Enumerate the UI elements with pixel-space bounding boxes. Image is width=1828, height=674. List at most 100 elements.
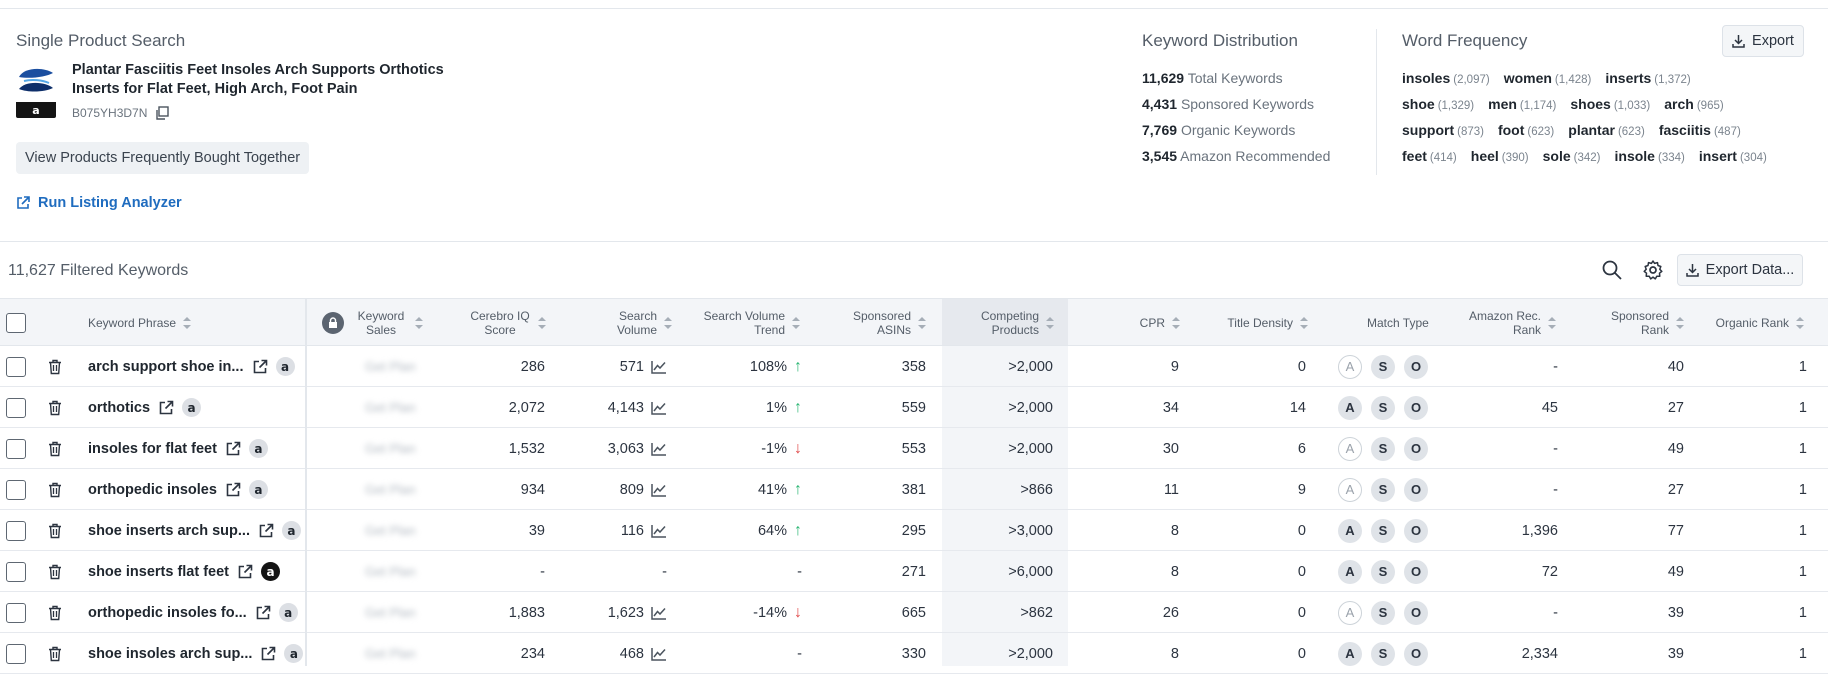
col-title-density[interactable]: Title Density	[1200, 299, 1308, 347]
keyword-sales-locked[interactable]: Get Plan	[365, 441, 416, 456]
row-checkbox[interactable]	[6, 643, 26, 664]
amazon-icon[interactable]: a	[261, 562, 281, 581]
external-link-icon[interactable]	[225, 441, 241, 457]
trash-icon[interactable]	[48, 469, 62, 510]
word-frequency-item[interactable]: inserts (1,372)	[1605, 70, 1690, 86]
word-frequency-item[interactable]: men (1,174)	[1488, 96, 1556, 112]
table-row[interactable]: insoles for flat feet a Get Plan 1,532 3…	[0, 428, 1828, 469]
trash-icon[interactable]	[48, 551, 62, 592]
match-type-a[interactable]: A	[1338, 600, 1362, 625]
run-listing-analyzer-link[interactable]: Run Listing Analyzer	[16, 195, 182, 211]
match-type-s[interactable]: S	[1371, 477, 1395, 502]
table-row[interactable]: shoe insoles arch sup... a Get Plan 234 …	[0, 633, 1828, 674]
match-type-o[interactable]: O	[1404, 641, 1428, 666]
trash-icon[interactable]	[48, 592, 62, 633]
row-checkbox[interactable]	[6, 602, 26, 623]
external-link-icon[interactable]	[258, 523, 274, 539]
word-frequency-item[interactable]: support (873)	[1402, 122, 1484, 138]
chart-icon[interactable]	[651, 401, 667, 415]
gear-icon[interactable]	[1641, 258, 1665, 282]
table-row[interactable]: arch support shoe in... a Get Plan 286 5…	[0, 346, 1828, 387]
word-frequency-item[interactable]: feet (414)	[1402, 148, 1457, 164]
word-frequency-item[interactable]: shoe (1,329)	[1402, 96, 1474, 112]
word-frequency-item[interactable]: fasciitis (487)	[1659, 122, 1741, 138]
amazon-icon[interactable]: a	[248, 439, 268, 458]
amazon-icon[interactable]: a	[248, 480, 268, 499]
col-cerebro-iq[interactable]: Cerebro IQ Score	[440, 299, 546, 347]
keyword-phrase[interactable]: orthopedic insoles fo... a	[88, 603, 298, 622]
table-row[interactable]: shoe inserts arch sup... a Get Plan 39 1…	[0, 510, 1828, 551]
match-type-o[interactable]: O	[1404, 477, 1428, 502]
keyword-phrase[interactable]: insoles for flat feet a	[88, 439, 268, 458]
col-search-volume-trend[interactable]: Search Volume Trend	[690, 299, 800, 347]
match-type-a[interactable]: A	[1338, 518, 1362, 543]
amazon-icon[interactable]: a	[182, 398, 202, 417]
word-frequency-item[interactable]: insole (334)	[1615, 148, 1685, 164]
keyword-sales-locked[interactable]: Get Plan	[365, 605, 416, 620]
word-frequency-item[interactable]: insert (304)	[1699, 148, 1767, 164]
match-type-o[interactable]: O	[1404, 395, 1428, 420]
keyword-phrase[interactable]: shoe insoles arch sup... a	[88, 644, 304, 663]
trash-icon[interactable]	[48, 510, 62, 551]
match-type-a[interactable]: A	[1338, 641, 1362, 666]
match-type-s[interactable]: S	[1371, 395, 1395, 420]
word-frequency-item[interactable]: foot (623)	[1498, 122, 1554, 138]
product-thumbnail[interactable]: a	[16, 63, 56, 118]
match-type-a[interactable]: A	[1338, 436, 1362, 461]
match-type-a[interactable]: A	[1338, 559, 1362, 584]
match-type-o[interactable]: O	[1404, 559, 1428, 584]
row-checkbox[interactable]	[6, 479, 26, 500]
external-link-icon[interactable]	[260, 646, 276, 662]
word-frequency-item[interactable]: insoles (2,097)	[1402, 70, 1490, 86]
table-row[interactable]: orthotics a Get Plan 2,072 4,143 1% ↑ 559…	[0, 387, 1828, 428]
trash-icon[interactable]	[48, 387, 62, 428]
row-checkbox[interactable]	[6, 356, 26, 377]
word-frequency-item[interactable]: heel (390)	[1471, 148, 1529, 164]
copy-icon[interactable]	[155, 106, 170, 120]
chart-icon[interactable]	[651, 483, 667, 497]
col-search-volume[interactable]: Search Volume	[580, 299, 672, 347]
trash-icon[interactable]	[48, 633, 62, 674]
external-link-icon[interactable]	[158, 400, 174, 416]
match-type-o[interactable]: O	[1404, 436, 1428, 461]
chart-icon[interactable]	[651, 442, 667, 456]
row-checkbox[interactable]	[6, 397, 26, 418]
external-link-icon[interactable]	[252, 359, 268, 375]
col-organic-rank[interactable]: Organic Rank	[1700, 299, 1804, 347]
match-type-s[interactable]: S	[1371, 559, 1395, 584]
col-cpr[interactable]: CPR	[1100, 299, 1180, 347]
trash-icon[interactable]	[48, 428, 62, 469]
keyword-phrase[interactable]: shoe inserts flat feet a	[88, 562, 281, 581]
keyword-phrase[interactable]: orthotics a	[88, 398, 202, 417]
keyword-sales-locked[interactable]: Get Plan	[365, 482, 416, 497]
word-frequency-item[interactable]: women (1,428)	[1504, 70, 1592, 86]
table-row[interactable]: orthopedic insoles a Get Plan 934 809 41…	[0, 469, 1828, 510]
chart-icon[interactable]	[651, 360, 667, 374]
search-icon[interactable]	[1600, 258, 1624, 282]
match-type-o[interactable]: O	[1404, 600, 1428, 625]
match-type-a[interactable]: A	[1338, 354, 1362, 379]
match-type-s[interactable]: S	[1371, 600, 1395, 625]
row-checkbox[interactable]	[6, 438, 26, 459]
chart-icon[interactable]	[651, 606, 667, 620]
trash-icon[interactable]	[48, 346, 62, 387]
external-link-icon[interactable]	[255, 605, 271, 621]
match-type-a[interactable]: A	[1338, 395, 1362, 420]
amazon-icon[interactable]: a	[278, 603, 298, 622]
keyword-sales-locked[interactable]: Get Plan	[365, 523, 416, 538]
external-link-icon[interactable]	[225, 482, 241, 498]
col-keyword-sales[interactable]: Keyword Sales	[322, 299, 432, 347]
col-sponsored-rank[interactable]: Sponsored Rank	[1580, 299, 1684, 347]
col-competing-products[interactable]: Competing Products	[950, 299, 1054, 347]
keyword-sales-locked[interactable]: Get Plan	[365, 400, 416, 415]
row-checkbox[interactable]	[6, 520, 26, 541]
amazon-icon[interactable]: a	[275, 357, 295, 376]
match-type-s[interactable]: S	[1371, 518, 1395, 543]
word-frequency-item[interactable]: sole (342)	[1543, 148, 1601, 164]
match-type-a[interactable]: A	[1338, 477, 1362, 502]
export-data-button[interactable]: Export Data...	[1677, 254, 1803, 286]
word-frequency-item[interactable]: arch (965)	[1664, 96, 1723, 112]
keyword-phrase[interactable]: orthopedic insoles a	[88, 480, 268, 499]
table-row[interactable]: orthopedic insoles fo... a Get Plan 1,88…	[0, 592, 1828, 633]
keyword-sales-locked[interactable]: Get Plan	[365, 359, 416, 374]
